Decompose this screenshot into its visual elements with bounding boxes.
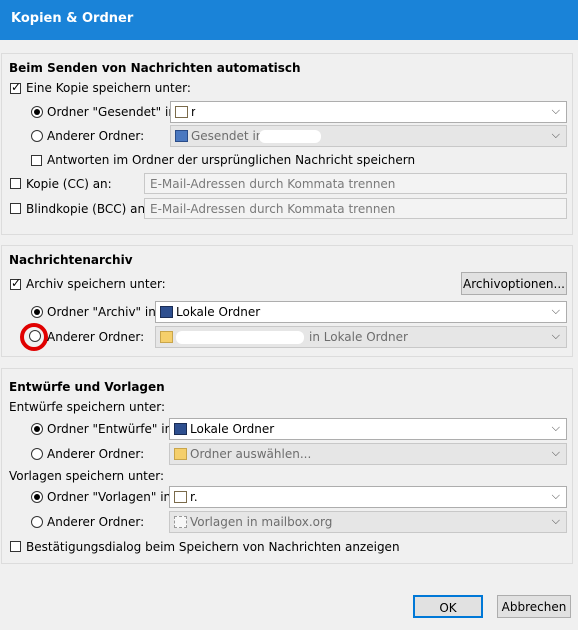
archive-folder-radio-label: Ordner "Archiv" in:	[47, 305, 160, 319]
archive-checkbox-label: Archiv speichern unter:	[26, 277, 166, 291]
other-sent-folder-value: Gesendet in	[191, 129, 264, 143]
chevron-down-icon: ⌵	[551, 421, 560, 434]
archive-other-folder-dropdown[interactable]: in Lokale Ordner ⌵	[155, 326, 567, 348]
drafts-group	[1, 368, 573, 564]
account-icon	[174, 491, 187, 503]
archive-other-folder-label: Anderer Ordner:	[47, 330, 145, 344]
archive-heading: Nachrichtenarchiv	[9, 253, 133, 267]
cancel-button[interactable]: Abbrechen	[497, 595, 571, 618]
confirm-checkbox[interactable]	[10, 541, 21, 552]
copy-checkbox[interactable]	[10, 80, 21, 94]
templates-folder-radio[interactable]	[31, 491, 43, 503]
templates-other-label: Anderer Ordner:	[47, 515, 145, 529]
copy-checkbox-label: Eine Kopie speichern unter:	[26, 81, 191, 95]
chevron-down-icon: ⌵	[551, 329, 560, 342]
redacted-mark	[196, 490, 261, 504]
drafts-folder-radio[interactable]	[31, 423, 43, 435]
sent-folder-radio[interactable]	[31, 106, 43, 118]
drafts-label: Entwürfe speichern unter:	[9, 400, 166, 414]
window-title: Kopien & Ordner	[11, 11, 134, 26]
sending-heading: Beim Senden von Nachrichten automatisch	[9, 61, 301, 75]
cc-field[interactable]: E-Mail-Adressen durch Kommata trennen	[144, 173, 567, 194]
cc-placeholder: E-Mail-Adressen durch Kommata trennen	[150, 177, 396, 191]
folder-icon	[160, 331, 173, 343]
archive-folder-dropdown[interactable]: Lokale Ordner ⌵	[155, 301, 567, 323]
templates-folder-radio-label: Ordner "Vorlagen" in:	[47, 490, 176, 504]
chevron-down-icon: ⌵	[551, 104, 560, 117]
templates-other-value: Vorlagen in mailbox.org	[190, 515, 333, 529]
drafts-other-dropdown[interactable]: Ordner auswählen... ⌵	[169, 443, 567, 465]
drafts-folder-value: Lokale Ordner	[190, 422, 275, 436]
redacted-mark	[176, 331, 304, 344]
templates-other-dropdown[interactable]: Vorlagen in mailbox.org ⌵	[169, 511, 567, 533]
archive-other-folder-value: in Lokale Ordner	[309, 330, 408, 344]
chevron-down-icon: ⌵	[551, 514, 560, 527]
templates-folder-dropdown[interactable]: r... ⌵	[169, 486, 567, 508]
highlight-ring	[20, 323, 48, 351]
drafts-other-value: Ordner auswählen...	[190, 447, 312, 461]
templates-other-radio[interactable]	[31, 516, 43, 528]
redacted-mark	[259, 130, 321, 143]
drafts-folder-radio-label: Ordner "Entwürfe" in:	[47, 422, 177, 436]
cc-label: Kopie (CC) an:	[26, 177, 112, 191]
chevron-down-icon: ⌵	[551, 128, 560, 141]
drafts-other-radio[interactable]	[31, 448, 43, 460]
sent-folder-radio-label: Ordner "Gesendet" in:	[47, 105, 180, 119]
drafts-folder-dropdown[interactable]: Lokale Ordner ⌵	[169, 418, 567, 440]
local-folders-icon	[160, 306, 173, 318]
other-sent-folder-label: Anderer Ordner:	[47, 129, 145, 143]
archive-folder-value: Lokale Ordner	[176, 305, 261, 319]
document-icon	[174, 516, 187, 528]
bcc-field[interactable]: E-Mail-Adressen durch Kommata trennen	[144, 198, 567, 219]
bcc-placeholder: E-Mail-Adressen durch Kommata trennen	[150, 202, 396, 216]
cc-checkbox[interactable]	[10, 178, 21, 189]
cancel-label: Abbrechen	[501, 600, 567, 614]
confirm-checkbox-label: Bestätigungsdialog beim Speichern von Na…	[26, 540, 400, 554]
templates-label: Vorlagen speichern unter:	[9, 469, 165, 483]
drafts-other-label: Anderer Ordner:	[47, 447, 145, 461]
bcc-label: Blindkopie (BCC) an:	[26, 202, 150, 216]
chevron-down-icon: ⌵	[551, 304, 560, 317]
bcc-checkbox[interactable]	[10, 203, 21, 214]
redacted-mark	[195, 105, 260, 119]
sent-folder-icon	[175, 130, 188, 142]
drafts-heading: Entwürfe und Vorlagen	[9, 380, 165, 394]
other-sent-folder-dropdown[interactable]: Gesendet in ⌵	[170, 125, 567, 147]
chevron-down-icon: ⌵	[551, 446, 560, 459]
archive-folder-radio[interactable]	[31, 306, 43, 318]
chevron-down-icon: ⌵	[551, 489, 560, 502]
folder-icon	[174, 448, 187, 460]
other-sent-folder-radio[interactable]	[31, 130, 43, 142]
ok-button[interactable]: OK	[413, 595, 483, 618]
local-folders-icon	[174, 423, 187, 435]
archive-options-label: Archivoptionen...	[463, 277, 565, 291]
archive-options-button[interactable]: Archivoptionen...	[461, 272, 567, 295]
replies-checkbox[interactable]	[31, 155, 42, 166]
replies-checkbox-label: Antworten im Ordner der ursprünglichen N…	[47, 153, 416, 167]
ok-label: OK	[439, 601, 457, 615]
archive-checkbox[interactable]	[10, 276, 21, 290]
account-icon	[175, 106, 188, 118]
sent-folder-dropdown[interactable]: m... ⌵	[170, 101, 567, 123]
